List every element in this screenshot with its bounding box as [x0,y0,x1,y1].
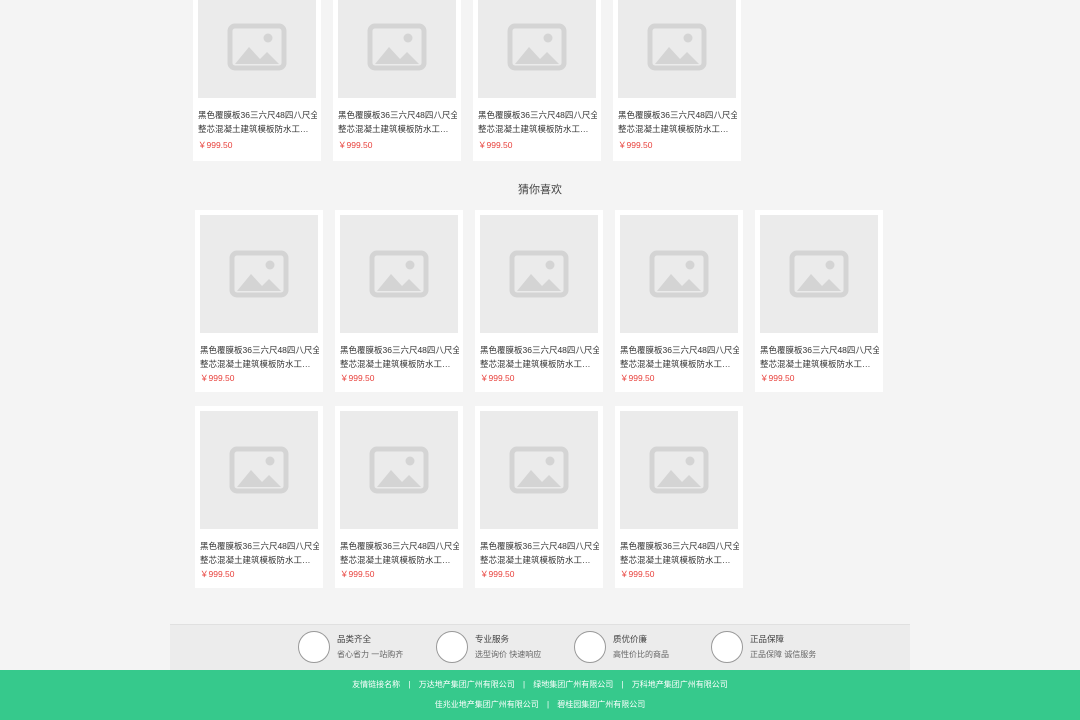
service-item-quality: 质优价廉高性价比的商品 [574,631,669,663]
product-card[interactable]: 黑色覆膜板36三六尺48四八尺全 整芯混凝土建筑模板防水工程板材 ￥999.50 [333,0,461,161]
product-card[interactable]: 黑色覆膜板36三六尺48四八尺全 整芯混凝土建筑模板防水工程板材 ￥999.50 [335,406,463,588]
service-subtitle: 高性价比的商品 [613,650,669,659]
product-image[interactable] [480,215,598,333]
image-placeholder-icon [647,23,707,70]
image-placeholder-icon [369,250,429,298]
product-card[interactable]: 黑色覆膜板36三六尺48四八尺全 整芯混凝土建筑模板防水工程板材 ￥999.50 [473,0,601,161]
service-bar: 品类齐全 省心省力 一站购齐 专业服务 选型询价 快速响应 质优价廉 高性价比的商品 … [170,624,910,670]
product-card[interactable]: 黑色覆膜板36三六尺48四八尺全 整芯混凝土建筑模板防水工程板材 ￥999.50 [195,406,323,588]
product-image[interactable] [480,411,598,529]
product-image[interactable] [340,215,458,333]
service-title: 质优价廉 [613,634,648,644]
product-title[interactable]: 黑色覆膜板36三六尺48四八尺全 整芯混凝土建筑模板防水工程板材 [478,108,597,136]
service-genuine-icon [711,631,743,663]
product-price: ￥999.50 [480,569,515,579]
footer-links-row-1: 友情链接名称 | 万达地产集团广州有限公司 | 绿地集团广州有限公司 | 万科地… [352,680,728,689]
footer-links-label: 友情链接名称 [352,680,401,689]
footer-link-wanda[interactable]: 万达地产集团广州有限公司 [419,680,515,689]
service-variety-icon [298,631,330,663]
image-placeholder-icon [649,250,709,298]
product-image[interactable] [338,0,456,98]
product-image[interactable] [198,0,316,98]
product-title[interactable]: 黑色覆膜板36三六尺48四八尺全 整芯混凝土建筑模板防水工程板材 [480,539,599,567]
image-placeholder-icon [789,250,849,298]
image-placeholder-icon [509,446,569,494]
footer-link-greenland[interactable]: 绿地集团广州有限公司 [533,680,613,689]
product-title[interactable]: 黑色覆膜板36三六尺48四八尺全 整芯混凝土建筑模板防水工程板材 [620,539,739,567]
product-title[interactable]: 黑色覆膜板36三六尺48四八尺全 整芯混凝土建筑模板防水工程板材 [338,108,457,136]
service-title: 正品保障 [750,634,785,644]
image-placeholder-icon [649,446,709,494]
image-placeholder-icon [229,446,289,494]
product-price: ￥999.50 [198,140,233,150]
service-title: 专业服务 [475,634,510,644]
product-price: ￥999.50 [340,569,375,579]
product-title[interactable]: 黑色覆膜板36三六尺48四八尺全 整芯混凝土建筑模板防水工程板材 [340,343,459,371]
product-card[interactable]: 黑色覆膜板36三六尺48四八尺全 整芯混凝土建筑模板防水工程板材 ￥999.50 [335,210,463,392]
product-price: ￥999.50 [478,140,513,150]
image-placeholder-icon [229,250,289,298]
image-placeholder-icon [369,446,429,494]
service-professional-icon [436,631,468,663]
footer-link-country-garden[interactable]: 碧桂园集团广州有限公司 [557,700,645,709]
image-placeholder-icon [507,23,567,70]
product-price: ￥999.50 [618,140,653,150]
product-card[interactable]: 黑色覆膜板36三六尺48四八尺全 整芯混凝土建筑模板防水工程板材 ￥999.50 [475,406,603,588]
service-subtitle: 省心省力 一站购齐 [337,650,404,659]
product-title[interactable]: 黑色覆膜板36三六尺48四八尺全 整芯混凝土建筑模板防水工程板材 [480,343,599,371]
product-card[interactable]: 黑色覆膜板36三六尺48四八尺全 整芯混凝土建筑模板防水工程板材 ￥999.50 [193,0,321,161]
product-image[interactable] [760,215,878,333]
section-title-recommend: 猜你喜欢 [518,184,562,196]
product-image[interactable] [200,215,318,333]
product-image[interactable] [618,0,736,98]
product-price: ￥999.50 [200,373,235,383]
service-item-genuine: 正品保障正品保障 诚信服务 [711,631,816,663]
footer: 友情链接名称 | 万达地产集团广州有限公司 | 绿地集团广州有限公司 | 万科地… [0,670,1080,720]
product-price: ￥999.50 [620,373,655,383]
product-title[interactable]: 黑色覆膜板36三六尺48四八尺全 整芯混凝土建筑模板防水工程板材 [620,343,739,371]
footer-link-vanke[interactable]: 万科地产集团广州有限公司 [632,680,728,689]
product-price: ￥999.50 [620,569,655,579]
product-card[interactable]: 黑色覆膜板36三六尺48四八尺全 整芯混凝土建筑模板防水工程板材 ￥999.50 [195,210,323,392]
footer-links-row-2: 佳兆业地产集团广州有限公司 | 碧桂园集团广州有限公司 [434,700,646,709]
product-price: ￥999.50 [338,140,373,150]
service-subtitle: 选型询价 快速响应 [475,650,542,659]
image-placeholder-icon [227,23,287,70]
image-placeholder-icon [367,23,427,70]
product-title[interactable]: 黑色覆膜板36三六尺48四八尺全 整芯混凝土建筑模板防水工程板材 [340,539,459,567]
service-item-professional: 专业服务选型询价 快速响应 [436,631,541,663]
product-price: ￥999.50 [760,373,795,383]
service-quality-icon [574,631,606,663]
image-placeholder-icon [509,250,569,298]
service-item-variety: 品类齐全省心省力 一站购齐 [298,631,403,663]
product-image[interactable] [620,411,738,529]
product-image[interactable] [478,0,596,98]
footer-link-kaisa[interactable]: 佳兆业地产集团广州有限公司 [435,700,539,709]
service-subtitle: 正品保障 诚信服务 [750,650,817,659]
product-price: ￥999.50 [340,373,375,383]
product-price: ￥999.50 [200,569,235,579]
product-title[interactable]: 黑色覆膜板36三六尺48四八尺全 整芯混凝土建筑模板防水工程板材 [200,539,319,567]
product-image[interactable] [200,411,318,529]
product-title[interactable]: 黑色覆膜板36三六尺48四八尺全 整芯混凝土建筑模板防水工程板材 [198,108,317,136]
product-price: ￥999.50 [480,373,515,383]
product-title[interactable]: 黑色覆膜板36三六尺48四八尺全 整芯混凝土建筑模板防水工程板材 [618,108,737,136]
product-card[interactable]: 黑色覆膜板36三六尺48四八尺全 整芯混凝土建筑模板防水工程板材 ￥999.50 [755,210,883,392]
product-card[interactable]: 黑色覆膜板36三六尺48四八尺全 整芯混凝土建筑模板防水工程板材 ￥999.50 [615,210,743,392]
product-card[interactable]: 黑色覆膜板36三六尺48四八尺全 整芯混凝土建筑模板防水工程板材 ￥999.50 [475,210,603,392]
product-title[interactable]: 黑色覆膜板36三六尺48四八尺全 整芯混凝土建筑模板防水工程板材 [200,343,319,371]
product-image[interactable] [340,411,458,529]
product-card[interactable]: 黑色覆膜板36三六尺48四八尺全 整芯混凝土建筑模板防水工程板材 ￥999.50 [613,0,741,161]
product-title[interactable]: 黑色覆膜板36三六尺48四八尺全 整芯混凝土建筑模板防水工程板材 [760,343,879,371]
product-image[interactable] [620,215,738,333]
product-card[interactable]: 黑色覆膜板36三六尺48四八尺全 整芯混凝土建筑模板防水工程板材 ￥999.50 [615,406,743,588]
service-title: 品类齐全 [337,634,372,644]
